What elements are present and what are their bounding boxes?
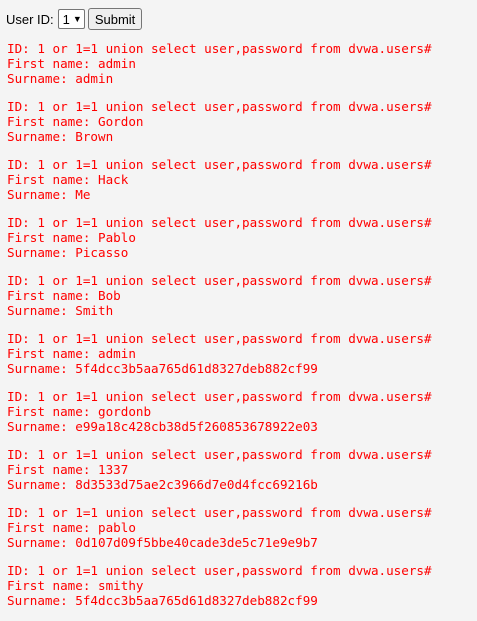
result-item: ID: 1 or 1=1 union select user,password … <box>7 331 432 376</box>
result-item: ID: 1 or 1=1 union select user,password … <box>7 157 432 202</box>
result-id-line: ID: 1 or 1=1 union select user,password … <box>7 99 432 114</box>
result-first-name: First name: gordonb <box>7 404 152 419</box>
result-surname: Surname: Brown <box>7 129 114 144</box>
result-id-line: ID: 1 or 1=1 union select user,password … <box>7 41 432 56</box>
result-item: ID: 1 or 1=1 union select user,password … <box>7 563 432 608</box>
result-id-line: ID: 1 or 1=1 union select user,password … <box>7 273 432 288</box>
result-id-line: ID: 1 or 1=1 union select user,password … <box>7 563 432 578</box>
result-id-line: ID: 1 or 1=1 union select user,password … <box>7 331 432 346</box>
chevron-down-icon: ▼ <box>72 14 82 24</box>
result-item: ID: 1 or 1=1 union select user,password … <box>7 215 432 260</box>
result-surname: Surname: e99a18c428cb38d5f260853678922e0… <box>7 419 318 434</box>
result-surname: Surname: 5f4dcc3b5aa765d61d8327deb882cf9… <box>7 361 318 376</box>
result-surname: Surname: Me <box>7 187 91 202</box>
query-results: ID: 1 or 1=1 union select user,password … <box>7 41 432 621</box>
user-id-label: User ID: <box>6 11 54 27</box>
result-first-name: First name: admin <box>7 346 136 361</box>
result-first-name: First name: Pablo <box>7 230 136 245</box>
result-first-name: First name: admin <box>7 56 136 71</box>
result-item: ID: 1 or 1=1 union select user,password … <box>7 447 432 492</box>
result-surname: Surname: admin <box>7 71 114 86</box>
result-surname: Surname: 8d3533d75ae2c3966d7e0d4fcc69216… <box>7 477 318 492</box>
result-item: ID: 1 or 1=1 union select user,password … <box>7 505 432 550</box>
user-id-selected-value: 1 <box>62 11 70 27</box>
result-item: ID: 1 or 1=1 union select user,password … <box>7 41 432 86</box>
result-id-line: ID: 1 or 1=1 union select user,password … <box>7 157 432 172</box>
result-item: ID: 1 or 1=1 union select user,password … <box>7 389 432 434</box>
result-id-line: ID: 1 or 1=1 union select user,password … <box>7 215 432 230</box>
result-id-line: ID: 1 or 1=1 union select user,password … <box>7 505 432 520</box>
result-first-name: First name: Bob <box>7 288 121 303</box>
user-id-form: User ID: 1 ▼ Submit <box>6 8 143 30</box>
submit-button[interactable]: Submit <box>87 8 143 30</box>
result-surname: Surname: Picasso <box>7 245 129 260</box>
result-first-name: First name: 1337 <box>7 462 129 477</box>
result-first-name: First name: smithy <box>7 578 144 593</box>
result-item: ID: 1 or 1=1 union select user,password … <box>7 99 432 144</box>
result-first-name: First name: pablo <box>7 520 136 535</box>
result-first-name: First name: Hack <box>7 172 129 187</box>
result-id-line: ID: 1 or 1=1 union select user,password … <box>7 447 432 462</box>
result-item: ID: 1 or 1=1 union select user,password … <box>7 273 432 318</box>
result-surname: Surname: Smith <box>7 303 114 318</box>
result-surname: Surname: 0d107d09f5bbe40cade3de5c71e9e9b… <box>7 535 318 550</box>
result-id-line: ID: 1 or 1=1 union select user,password … <box>7 389 432 404</box>
result-first-name: First name: Gordon <box>7 114 144 129</box>
result-surname: Surname: 5f4dcc3b5aa765d61d8327deb882cf9… <box>7 593 318 608</box>
user-id-select[interactable]: 1 ▼ <box>57 9 85 29</box>
